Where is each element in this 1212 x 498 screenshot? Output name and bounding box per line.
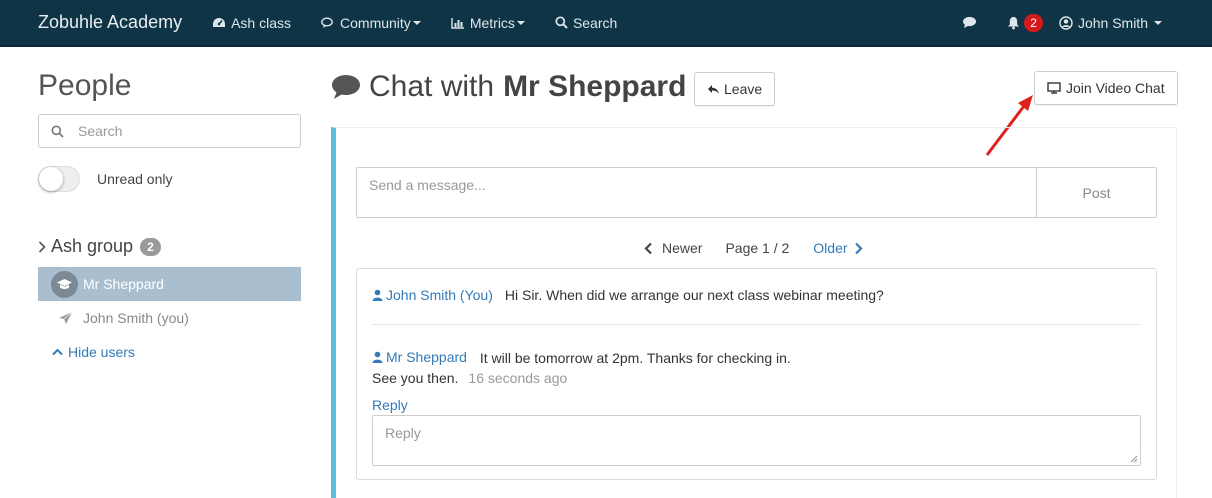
message-author-link[interactable]: John Smith (You) [372,287,493,303]
leave-button[interactable]: Leave [694,72,776,106]
avatar [51,270,78,298]
people-search-box[interactable] [38,114,301,148]
nav-community-dropdown[interactable]: Community [321,15,421,31]
notification-count-badge: 2 [1024,13,1043,32]
toggle-knob [39,167,63,191]
reply-arrow-icon [708,84,719,94]
user-item[interactable]: John Smith (you) [38,301,301,335]
dashboard-icon [213,17,226,27]
nav-search[interactable]: Search [555,15,617,31]
message-thread: John Smith (You) Hi Sir. When did we arr… [356,268,1157,480]
unread-only-toggle[interactable] [38,166,80,192]
unread-only-row: Unread only [38,166,301,192]
brand-link[interactable]: Zobuhle Academy [38,12,182,33]
newer-link[interactable]: Newer [644,240,702,256]
reply-link[interactable]: Reply [372,397,408,413]
group-count-badge: 2 [140,237,161,256]
comments-icon [321,17,333,28]
caret-down-icon [412,20,421,25]
top-navbar: Zobuhle Academy Ash class Community Metr… [0,0,1212,47]
join-video-chat-button[interactable]: Join Video Chat [1034,71,1178,105]
message-input[interactable] [357,168,1036,217]
leave-button-label: Leave [724,81,763,97]
chevron-left-icon [644,242,652,254]
message-timestamp: 16 seconds ago [468,370,568,386]
message-pager: Newer Page 1 / 2 Older [644,240,863,256]
user-name-label: John Smith [1077,14,1148,31]
hide-users-link[interactable]: Hide users [38,335,301,369]
user-item-label: Mr Sheppard [83,276,164,292]
chat-bubble-icon[interactable] [962,16,977,29]
user-menu-dropdown[interactable]: John Smith [1059,15,1162,31]
message-item: John Smith (You) Hi Sir. When did we arr… [372,287,884,303]
chevron-up-icon [52,348,63,356]
navbar-right: 2 John Smith [962,0,1162,45]
caret-down-icon [516,20,525,25]
join-video-chat-label: Join Video Chat [1066,80,1165,96]
people-sidebar: People Unread only Ash group 2 Mr Sheppa… [38,47,301,369]
bell-icon [1008,16,1020,29]
message-item: Mr Sheppard It will be tomorrow at 2pm. … [372,347,1072,388]
nav-ash-class[interactable]: Ash class [212,15,291,31]
group-header[interactable]: Ash group 2 [38,236,301,257]
newer-label: Newer [662,240,703,256]
nav-metrics-label: Metrics [469,14,515,31]
search-icon [51,125,64,138]
hide-users-label: Hide users [68,344,135,360]
user-item-label: John Smith (you) [83,310,189,326]
older-link[interactable]: Older [813,240,863,256]
caret-down-icon [1154,20,1162,25]
nav-community-label: Community [340,14,411,31]
user-icon [372,289,383,301]
message-author-name: John Smith (You) [386,287,493,303]
message-composer: Post [356,167,1157,218]
search-icon [555,16,568,29]
bar-chart-icon [451,17,464,29]
monitor-icon [1047,82,1061,94]
older-label: Older [813,240,848,256]
reply-input[interactable] [373,416,1140,465]
chat-title: Chat with Mr Sheppard [331,70,686,104]
comment-icon [332,75,360,99]
user-icon [372,351,383,363]
chevron-right-icon [38,240,46,253]
message-author-link[interactable]: Mr Sheppard [372,347,467,367]
message-text: It will be tomorrow at 2pm. Thanks for c… [479,350,791,366]
message-divider [372,324,1141,325]
message-author-name: Mr Sheppard [386,349,467,365]
notifications-button[interactable]: 2 [1007,13,1043,32]
page-indicator: Page 1 / 2 [725,240,790,256]
people-search-input[interactable] [78,123,278,139]
nav-ash-class-label: Ash class [231,14,292,31]
chat-title-prefix: Chat with [369,70,495,103]
nav-metrics-dropdown[interactable]: Metrics [451,15,525,31]
people-title: People [38,69,132,102]
reply-box [372,415,1141,466]
group-name: Ash group [51,236,134,256]
unread-only-label: Unread only [97,171,173,187]
graduation-cap-icon [57,279,72,289]
message-text: Hi Sir. When did we arrange our next cla… [504,287,884,303]
chat-title-name: Mr Sheppard [503,70,687,103]
nav-search-label: Search [572,14,618,31]
user-circle-icon [1059,15,1073,30]
user-item-selected[interactable]: Mr Sheppard [38,267,301,301]
paper-plane-icon [59,311,73,324]
resize-grip-icon[interactable] [1130,455,1138,463]
chevron-right-icon [854,242,863,254]
message-text-continued: See you then. [372,370,459,386]
post-button[interactable]: Post [1036,168,1156,217]
